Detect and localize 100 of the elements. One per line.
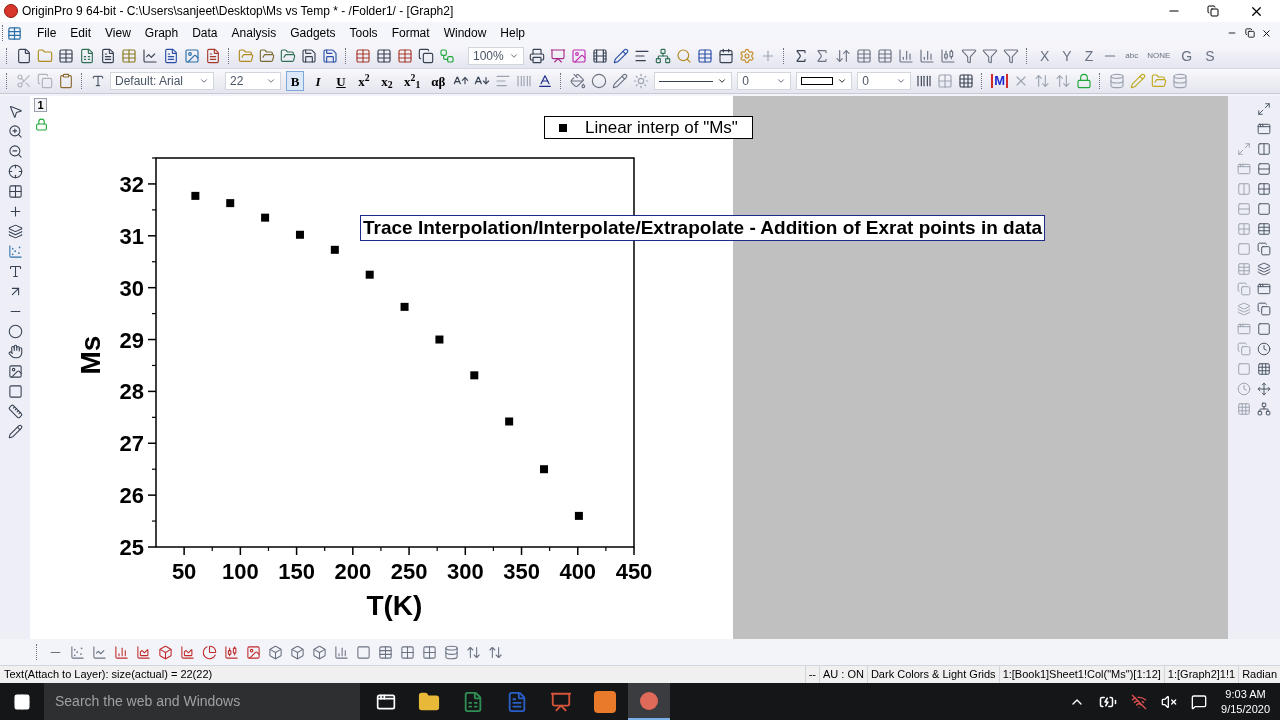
table-icon[interactable]: [58, 48, 74, 64]
clipboard-icon[interactable]: [58, 73, 74, 89]
line-style-dropdown[interactable]: [654, 72, 733, 90]
font-size-dropdown[interactable]: 22: [225, 72, 281, 90]
area-chart-icon[interactable]: [136, 644, 151, 660]
box-icon[interactable]: [158, 644, 173, 660]
rectangle-icon[interactable]: [1257, 202, 1271, 216]
rectangle-icon[interactable]: [356, 644, 371, 660]
layers-icon[interactable]: [7, 224, 23, 239]
box-icon[interactable]: [290, 644, 305, 660]
folder-icon[interactable]: [418, 690, 440, 713]
table-icon[interactable]: [397, 48, 413, 64]
line-chart-icon[interactable]: [92, 644, 107, 660]
spreadsheet-icon[interactable]: [79, 48, 95, 64]
border-width-dropdown[interactable]: 0: [857, 72, 912, 90]
copy-icon[interactable]: [1257, 242, 1271, 256]
film-icon[interactable]: [592, 48, 608, 64]
area-chart-icon[interactable]: [180, 644, 195, 660]
sort-icon[interactable]: [488, 644, 503, 660]
save-icon[interactable]: [322, 48, 338, 64]
image-icon[interactable]: [184, 48, 200, 64]
menu-item[interactable]: Data: [185, 24, 225, 42]
presentation-icon[interactable]: [550, 48, 566, 64]
line-chart-icon[interactable]: [142, 48, 158, 64]
calendar-icon[interactable]: [718, 48, 734, 64]
database-icon[interactable]: [444, 644, 459, 660]
menu-item[interactable]: Format: [384, 24, 437, 42]
format-button[interactable]: x$^{2}$: [355, 71, 373, 91]
open-folder-icon[interactable]: [280, 48, 296, 64]
text-annotation[interactable]: Trace Interpolation/Interpolate/Extrapolate - Addition of Exrat points in data: [360, 215, 1046, 241]
window-icon[interactable]: [1257, 122, 1271, 136]
gear-icon[interactable]: [739, 48, 755, 64]
paint-bucket-icon[interactable]: [570, 73, 587, 89]
image-icon[interactable]: [7, 364, 23, 379]
table-icon[interactable]: [1257, 222, 1271, 236]
marker-button[interactable]: M: [991, 74, 1009, 88]
save-icon[interactable]: [301, 48, 317, 64]
menu-item[interactable]: Gadgets: [283, 24, 343, 42]
open-folder-icon[interactable]: [259, 48, 275, 64]
format-button[interactable]: I: [309, 71, 327, 91]
zoom-dropdown[interactable]: 100%: [468, 47, 524, 65]
document-icon[interactable]: [100, 48, 116, 64]
table-icon[interactable]: [121, 48, 137, 64]
active-app-icon[interactable]: [628, 683, 670, 720]
printer-icon[interactable]: [529, 48, 545, 64]
sigma-icon[interactable]: [814, 48, 830, 64]
image-icon[interactable]: [246, 644, 261, 660]
axis-letter-button[interactable]: X: [1036, 45, 1054, 67]
close-icon[interactable]: [1261, 27, 1272, 39]
ruler-icon[interactable]: [7, 404, 23, 419]
clock-date[interactable]: 9/15/2020: [1221, 701, 1270, 717]
copy-icon[interactable]: [418, 48, 434, 64]
bar-chart-icon[interactable]: [114, 644, 129, 660]
bar-chart-icon[interactable]: [334, 644, 349, 660]
sigma-icon[interactable]: [793, 48, 809, 64]
hand-icon[interactable]: [7, 344, 23, 359]
bar-chart-icon[interactable]: [919, 48, 935, 64]
menu-item[interactable]: File: [30, 24, 64, 42]
copy-icon[interactable]: [1257, 302, 1271, 316]
rectangle-icon[interactable]: [1257, 322, 1271, 336]
notification-icon[interactable]: [1191, 693, 1208, 710]
axis-letter-button[interactable]: Y: [1058, 45, 1076, 67]
clock-icon[interactable]: [1257, 342, 1271, 356]
scatter-icon[interactable]: [7, 244, 23, 259]
axis-letter-button[interactable]: Z: [1080, 45, 1098, 67]
restore-icon[interactable]: [1207, 5, 1219, 17]
text-color-icon[interactable]: [537, 73, 554, 89]
pencil-icon[interactable]: [7, 424, 23, 439]
border-style-dropdown[interactable]: [796, 72, 853, 90]
layer-tab[interactable]: 1: [34, 98, 47, 112]
line-width-dropdown[interactable]: 0: [737, 72, 792, 90]
document-icon[interactable]: [205, 48, 221, 64]
bar-chart-icon[interactable]: [898, 48, 914, 64]
grid-icon[interactable]: [1257, 362, 1271, 376]
restore-icon[interactable]: [1245, 28, 1255, 38]
menu-item[interactable]: Window: [436, 24, 494, 42]
grid-icon[interactable]: [400, 644, 415, 660]
volume-muted-icon[interactable]: [1161, 693, 1178, 710]
menu-item[interactable]: Help: [493, 24, 532, 42]
scatter-icon[interactable]: [70, 644, 85, 660]
zoom-out-icon[interactable]: [7, 144, 23, 159]
open-folder-icon[interactable]: [238, 48, 254, 64]
list-icon[interactable]: [634, 48, 650, 64]
filter-icon[interactable]: [982, 48, 998, 64]
pencil-icon[interactable]: [613, 48, 629, 64]
window-icon[interactable]: [1257, 282, 1271, 296]
network-icon[interactable]: [1257, 402, 1271, 416]
font-icon[interactable]: [91, 74, 105, 88]
grid-icon[interactable]: [958, 73, 975, 89]
box-icon[interactable]: [312, 644, 327, 660]
letter-button[interactable]: G: [1177, 45, 1197, 67]
candlestick-icon[interactable]: [940, 48, 956, 64]
pen-icon[interactable]: [612, 73, 629, 89]
new-file-icon[interactable]: [16, 48, 32, 64]
spreadsheet-icon[interactable]: [462, 690, 484, 713]
text-tool-icon[interactable]: [7, 264, 23, 279]
clock-time[interactable]: 9:03 AM: [1225, 686, 1266, 702]
box-icon[interactable]: [268, 644, 283, 660]
legend[interactable]: Linear interp of "Ms": [544, 116, 753, 139]
menu-item[interactable]: Analysis: [224, 24, 284, 42]
